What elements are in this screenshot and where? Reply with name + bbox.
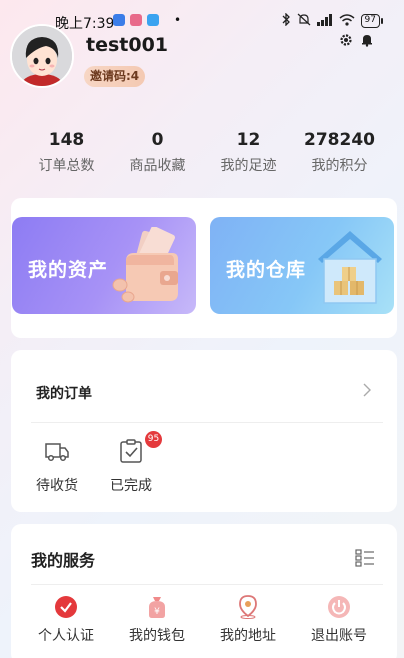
verify-check-icon [54,595,78,619]
completed-count-badge: 95 [145,431,162,448]
signal-icon [316,13,333,29]
stat-favorites[interactable]: 0 商品收藏 [112,130,203,175]
clipboard-check-icon: 95 [118,431,162,464]
divider [31,422,383,423]
status-right-icons: 97 [282,12,384,29]
stats-row: 148 订单总数 0 商品收藏 12 我的足迹 278240 我的积分 [0,130,404,175]
stat-value: 12 [236,130,261,150]
app-message-icon [147,14,159,26]
username: test001 [86,34,169,56]
my-warehouse-label: 我的仓库 [226,259,307,281]
stat-footprints[interactable]: 12 我的足迹 [203,130,294,175]
wallet-illustration-icon [112,226,188,311]
bluetooth-icon [282,12,291,29]
mute-bell-icon [297,13,311,29]
app-gallery-icon [130,14,142,26]
orders-card: 我的订单 待收货 95 已完成 [11,350,397,512]
header-icons [339,32,374,47]
stat-value: 0 [151,130,164,150]
stat-value: 278240 [304,130,375,150]
stat-label: 订单总数 [38,158,95,174]
warehouse-illustration-icon [312,223,388,311]
stat-label: 我的积分 [311,158,368,174]
settings-gear-icon[interactable] [339,32,353,46]
truck-icon [44,438,70,464]
my-assets-tile[interactable]: 我的资产 [12,217,196,314]
stat-points[interactable]: 278240 我的积分 [294,130,385,175]
status-more-dot: • [174,13,182,27]
stat-label: 我的足迹 [220,158,277,174]
assets-card: 我的资产 我的仓库 [11,198,397,338]
service-label: 我的钱包 [129,628,185,644]
wifi-icon [339,13,355,29]
service-label: 退出账号 [311,628,367,644]
status-app-icons [113,14,159,26]
order-label: 待收货 [36,478,78,494]
stat-order-count[interactable]: 148 订单总数 [21,130,112,175]
svg-text:¥: ¥ [154,607,160,617]
avatar[interactable] [10,24,74,88]
service-address[interactable]: 我的地址 [213,595,283,645]
wallet-yen-icon: ¥ [145,595,169,619]
stat-value: 148 [48,130,85,150]
battery-icon: 97 [360,14,384,28]
location-pin-icon [236,595,260,619]
order-pending-receipt[interactable]: 待收货 [27,438,87,495]
service-label: 我的地址 [220,628,276,644]
service-logout[interactable]: 退出账号 [304,595,374,645]
power-icon [327,595,351,619]
status-time: 晚上7:39 [55,16,115,32]
my-assets-label: 我的资产 [28,259,109,281]
list-menu-icon[interactable] [355,548,375,568]
my-warehouse-tile[interactable]: 我的仓库 [210,217,394,314]
invite-code-badge[interactable]: 邀请码:4 [84,66,146,87]
stat-label: 商品收藏 [129,158,186,174]
services-card: 我的服务 个人认证 ¥ 我的钱包 我的地址 退出账号 [11,524,397,658]
divider [31,584,383,585]
orders-title[interactable]: 我的订单 [36,383,92,403]
service-label: 个人认证 [38,628,94,644]
chevron-right-icon[interactable] [363,382,371,401]
service-verification[interactable]: 个人认证 [31,595,101,645]
notification-bell-icon[interactable] [360,32,374,47]
app-notification-icon [113,14,125,26]
services-title: 我的服务 [31,551,96,570]
service-wallet[interactable]: ¥ 我的钱包 [122,595,192,645]
order-completed[interactable]: 95 已完成 [101,431,162,495]
order-label: 已完成 [110,478,152,494]
